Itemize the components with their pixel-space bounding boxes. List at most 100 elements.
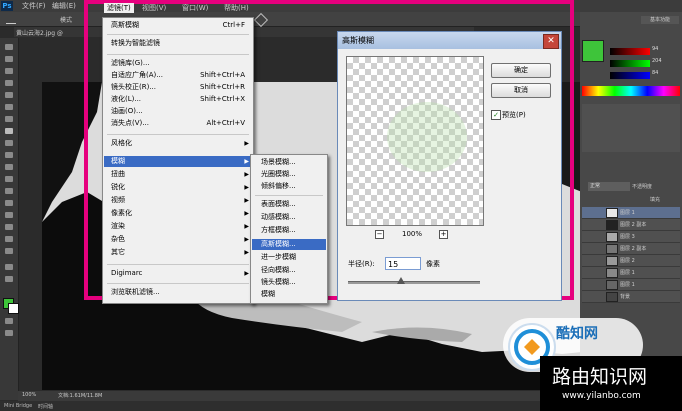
ok-button[interactable]: 确定 (491, 63, 551, 78)
blur-tool-icon[interactable] (5, 188, 13, 194)
menu-item-blur-more[interactable]: 进一步模糊 (261, 252, 296, 263)
color-panel-swatch[interactable] (582, 40, 604, 62)
layer-thumbnail (606, 232, 618, 242)
submenu-arrow-icon: ▶ (244, 270, 249, 277)
dodge-tool-icon[interactable] (5, 200, 13, 206)
document-tab[interactable]: 黄山云海2.jpg @ (16, 28, 63, 37)
history-brush-tool-icon[interactable] (5, 152, 13, 158)
quick-select-tool-icon[interactable] (5, 80, 13, 86)
pen-tool-icon[interactable] (5, 212, 13, 218)
menu-item-convert-smart-filters[interactable]: 转换为智能滤镜 (111, 38, 160, 49)
document-size: 文档:1.61M/11.8M (58, 393, 103, 399)
path-select-tool-icon[interactable] (5, 236, 13, 242)
type-tool-icon[interactable] (5, 224, 13, 230)
menu-file[interactable]: 文件(F) (22, 1, 46, 11)
menu-item-stylize[interactable]: 风格化 (111, 138, 132, 149)
zoom-readout[interactable]: 100% (22, 392, 36, 398)
menu-item-shortcut: Shift+Ctrl+A (200, 71, 245, 79)
menu-edit[interactable]: 编辑(E) (52, 1, 76, 11)
layer-name: 图层 1 (620, 210, 635, 216)
menu-item-radial-blur[interactable]: 径向模糊... (261, 265, 296, 276)
blur-preview[interactable] (346, 56, 484, 226)
layer-name: 图层 1 (620, 282, 635, 288)
red-slider[interactable] (610, 48, 650, 55)
close-icon[interactable]: ✕ (543, 34, 559, 49)
crop-tool-icon[interactable] (5, 92, 13, 98)
menu-item-filter-gallery[interactable]: 滤镜库(G)... (111, 58, 150, 69)
menu-item-video[interactable]: 视频 (111, 195, 125, 206)
menu-item-sharpen[interactable]: 锐化 (111, 182, 125, 193)
zoom-in-button[interactable]: + (439, 230, 448, 239)
menu-item-surface-blur[interactable]: 表面模糊... (261, 199, 296, 210)
brush-icon[interactable] (6, 15, 16, 24)
menu-item-shortcut: Alt+Ctrl+V (206, 119, 245, 127)
radius-label: 半径(R): (348, 260, 375, 268)
menu-item-box-blur[interactable]: 方框模糊... (261, 225, 296, 236)
zoom-tool-icon[interactable] (5, 276, 13, 282)
tab-timeline[interactable]: 时间轴 (38, 403, 53, 410)
menu-item-liquify[interactable]: 液化(L)... (111, 94, 141, 105)
menu-filter[interactable]: 滤镜(T) (104, 3, 134, 13)
cancel-button[interactable]: 取消 (491, 83, 551, 98)
shape-tool-icon[interactable] (5, 248, 13, 254)
menu-item-shortcut: Ctrl+F (222, 21, 245, 29)
adjustments-panel (582, 104, 680, 152)
menu-item-oil-paint[interactable]: 油画(O)... (111, 106, 143, 117)
menu-item-digimarc[interactable]: Digimarc (111, 268, 142, 279)
lasso-tool-icon[interactable] (5, 68, 13, 74)
menu-separator (107, 54, 249, 55)
quick-mask-icon[interactable] (5, 318, 13, 324)
menu-item-noise[interactable]: 杂色 (111, 234, 125, 245)
gradient-tool-icon[interactable] (5, 176, 13, 182)
menu-item-field-blur[interactable]: 场景模糊... (261, 157, 296, 168)
move-tool-icon[interactable] (5, 44, 13, 50)
eraser-tool-icon[interactable] (5, 164, 13, 170)
dialog-title-bar[interactable]: 高斯模糊 ✕ (338, 32, 561, 49)
menu-item-lens-blur[interactable]: 镜头模糊... (261, 277, 296, 288)
stamp-tool-icon[interactable] (5, 140, 13, 146)
menu-item-render[interactable]: 渲染 (111, 221, 125, 232)
healing-tool-icon[interactable] (5, 116, 13, 122)
background-color-swatch[interactable] (8, 303, 19, 314)
workspace-switcher[interactable]: 基本功能 (641, 16, 679, 24)
menu-help[interactable]: 帮助(H) (224, 3, 249, 13)
menu-window[interactable]: 窗口(W) (182, 3, 208, 13)
radius-slider-track[interactable] (348, 281, 480, 284)
submenu-arrow-icon: ▶ (244, 184, 249, 191)
menu-item-iris-blur[interactable]: 光圈模糊... (261, 169, 296, 180)
menu-item-lens-correction[interactable]: 镜头校正(R)... (111, 82, 156, 93)
tab-mini-bridge[interactable]: Mini Bridge (4, 403, 32, 409)
blue-slider[interactable] (610, 72, 650, 79)
menu-item-distort[interactable]: 扭曲 (111, 169, 125, 180)
menu-view[interactable]: 视图(V) (142, 3, 166, 13)
menu-item-motion-blur[interactable]: 动感模糊... (261, 212, 296, 223)
radius-slider-thumb[interactable] (396, 277, 405, 284)
menu-item-pixelate[interactable]: 像素化 (111, 208, 132, 219)
radius-input[interactable]: 15 (385, 257, 421, 270)
menu-item-gaussian-blur[interactable]: 高斯模糊... (261, 239, 296, 250)
menu-item-last-filter[interactable]: 高斯模糊 (111, 20, 139, 31)
menu-item-tilt-shift[interactable]: 倾斜偏移... (261, 181, 296, 192)
menu-item-adaptive-wide-angle[interactable]: 自适应广角(A)... (111, 70, 163, 81)
layer-thumbnail (606, 220, 618, 230)
menu-item-simple-blur[interactable]: 模糊 (261, 289, 275, 300)
blend-mode-select[interactable]: 正常 (588, 182, 630, 191)
menu-item-vanishing-point[interactable]: 消失点(V)... (111, 118, 149, 129)
layer-thumbnail (606, 244, 618, 254)
menu-item-blur[interactable]: 模糊 (111, 156, 125, 167)
color-spectrum-bar[interactable] (582, 86, 680, 96)
zoom-out-button[interactable]: − (375, 230, 384, 239)
menu-item-other[interactable]: 其它 (111, 247, 125, 258)
screen-mode-icon[interactable] (5, 330, 13, 336)
photoshop-logo: Ps (1, 1, 13, 11)
eyedropper-tool-icon[interactable] (5, 104, 13, 110)
preview-checkbox[interactable]: ✓ (491, 110, 501, 120)
green-slider[interactable] (610, 60, 650, 67)
layer-row[interactable] (582, 291, 680, 303)
menu-item-browse-filters-online[interactable]: 浏览联机滤镜... (111, 287, 160, 298)
opacity-label: 不透明度 (632, 184, 653, 190)
marquee-tool-icon[interactable] (5, 56, 13, 62)
brush-tool-icon[interactable] (5, 128, 13, 134)
radius-unit: 像素 (426, 260, 440, 268)
hand-tool-icon[interactable] (5, 264, 13, 270)
